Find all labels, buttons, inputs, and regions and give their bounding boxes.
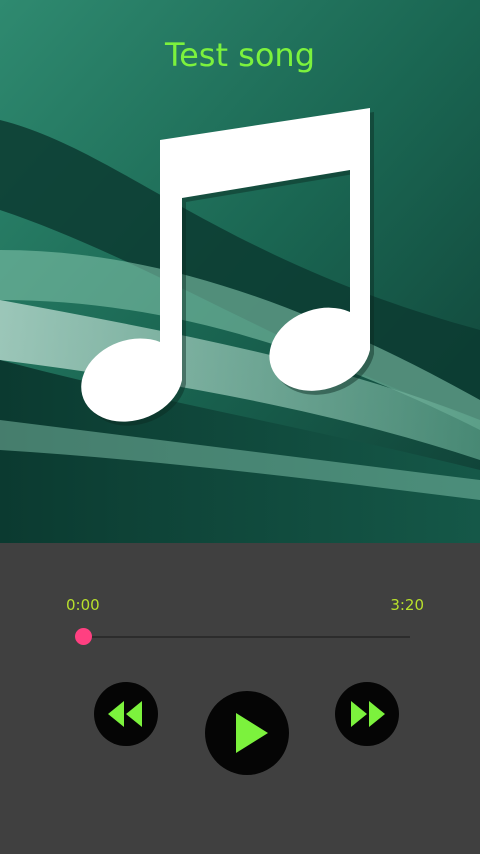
album-artwork: Test song: [0, 0, 480, 543]
elapsed-time: 0:00: [66, 596, 100, 614]
seek-bar[interactable]: [75, 628, 410, 645]
fast-forward-button[interactable]: [335, 682, 399, 746]
rewind-button[interactable]: [94, 682, 158, 746]
song-title: Test song: [164, 36, 316, 74]
play-icon: [236, 713, 268, 753]
seek-bar-thumb[interactable]: [75, 628, 92, 645]
music-note-icon: [81, 108, 375, 426]
total-time: 3:20: [390, 596, 424, 614]
play-button[interactable]: [205, 691, 289, 775]
player-screen: Test song 0:00 3:20: [0, 0, 480, 854]
fast-forward-icon: [351, 701, 385, 727]
rewind-icon: [108, 701, 142, 727]
player-controls-panel: 0:00 3:20: [0, 543, 480, 854]
